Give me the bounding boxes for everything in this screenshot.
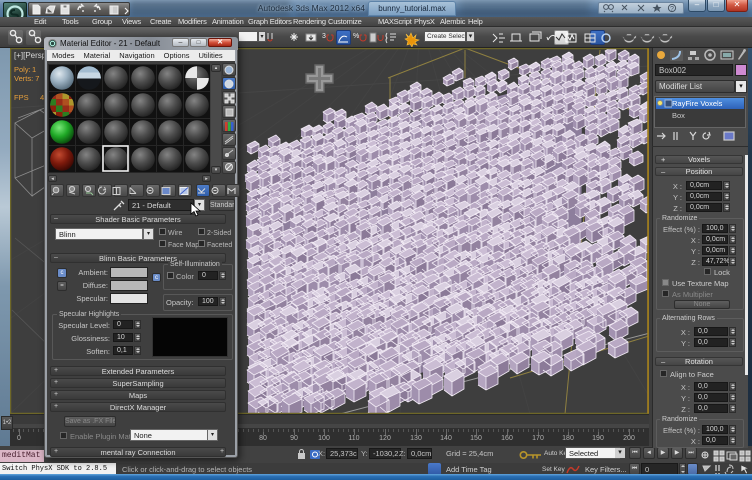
svg-text:%: % <box>353 33 359 40</box>
svg-text:FPS: FPS <box>14 93 29 102</box>
svg-text:3: 3 <box>322 33 326 40</box>
svg-text:1: 1 <box>32 65 36 74</box>
svg-text:[+][Persp: [+][Persp <box>14 51 47 60</box>
svg-text:?: ? <box>670 6 674 13</box>
svg-text:Verts: 7: Verts: 7 <box>14 74 39 83</box>
svg-text:Poly:: Poly: <box>14 65 31 74</box>
